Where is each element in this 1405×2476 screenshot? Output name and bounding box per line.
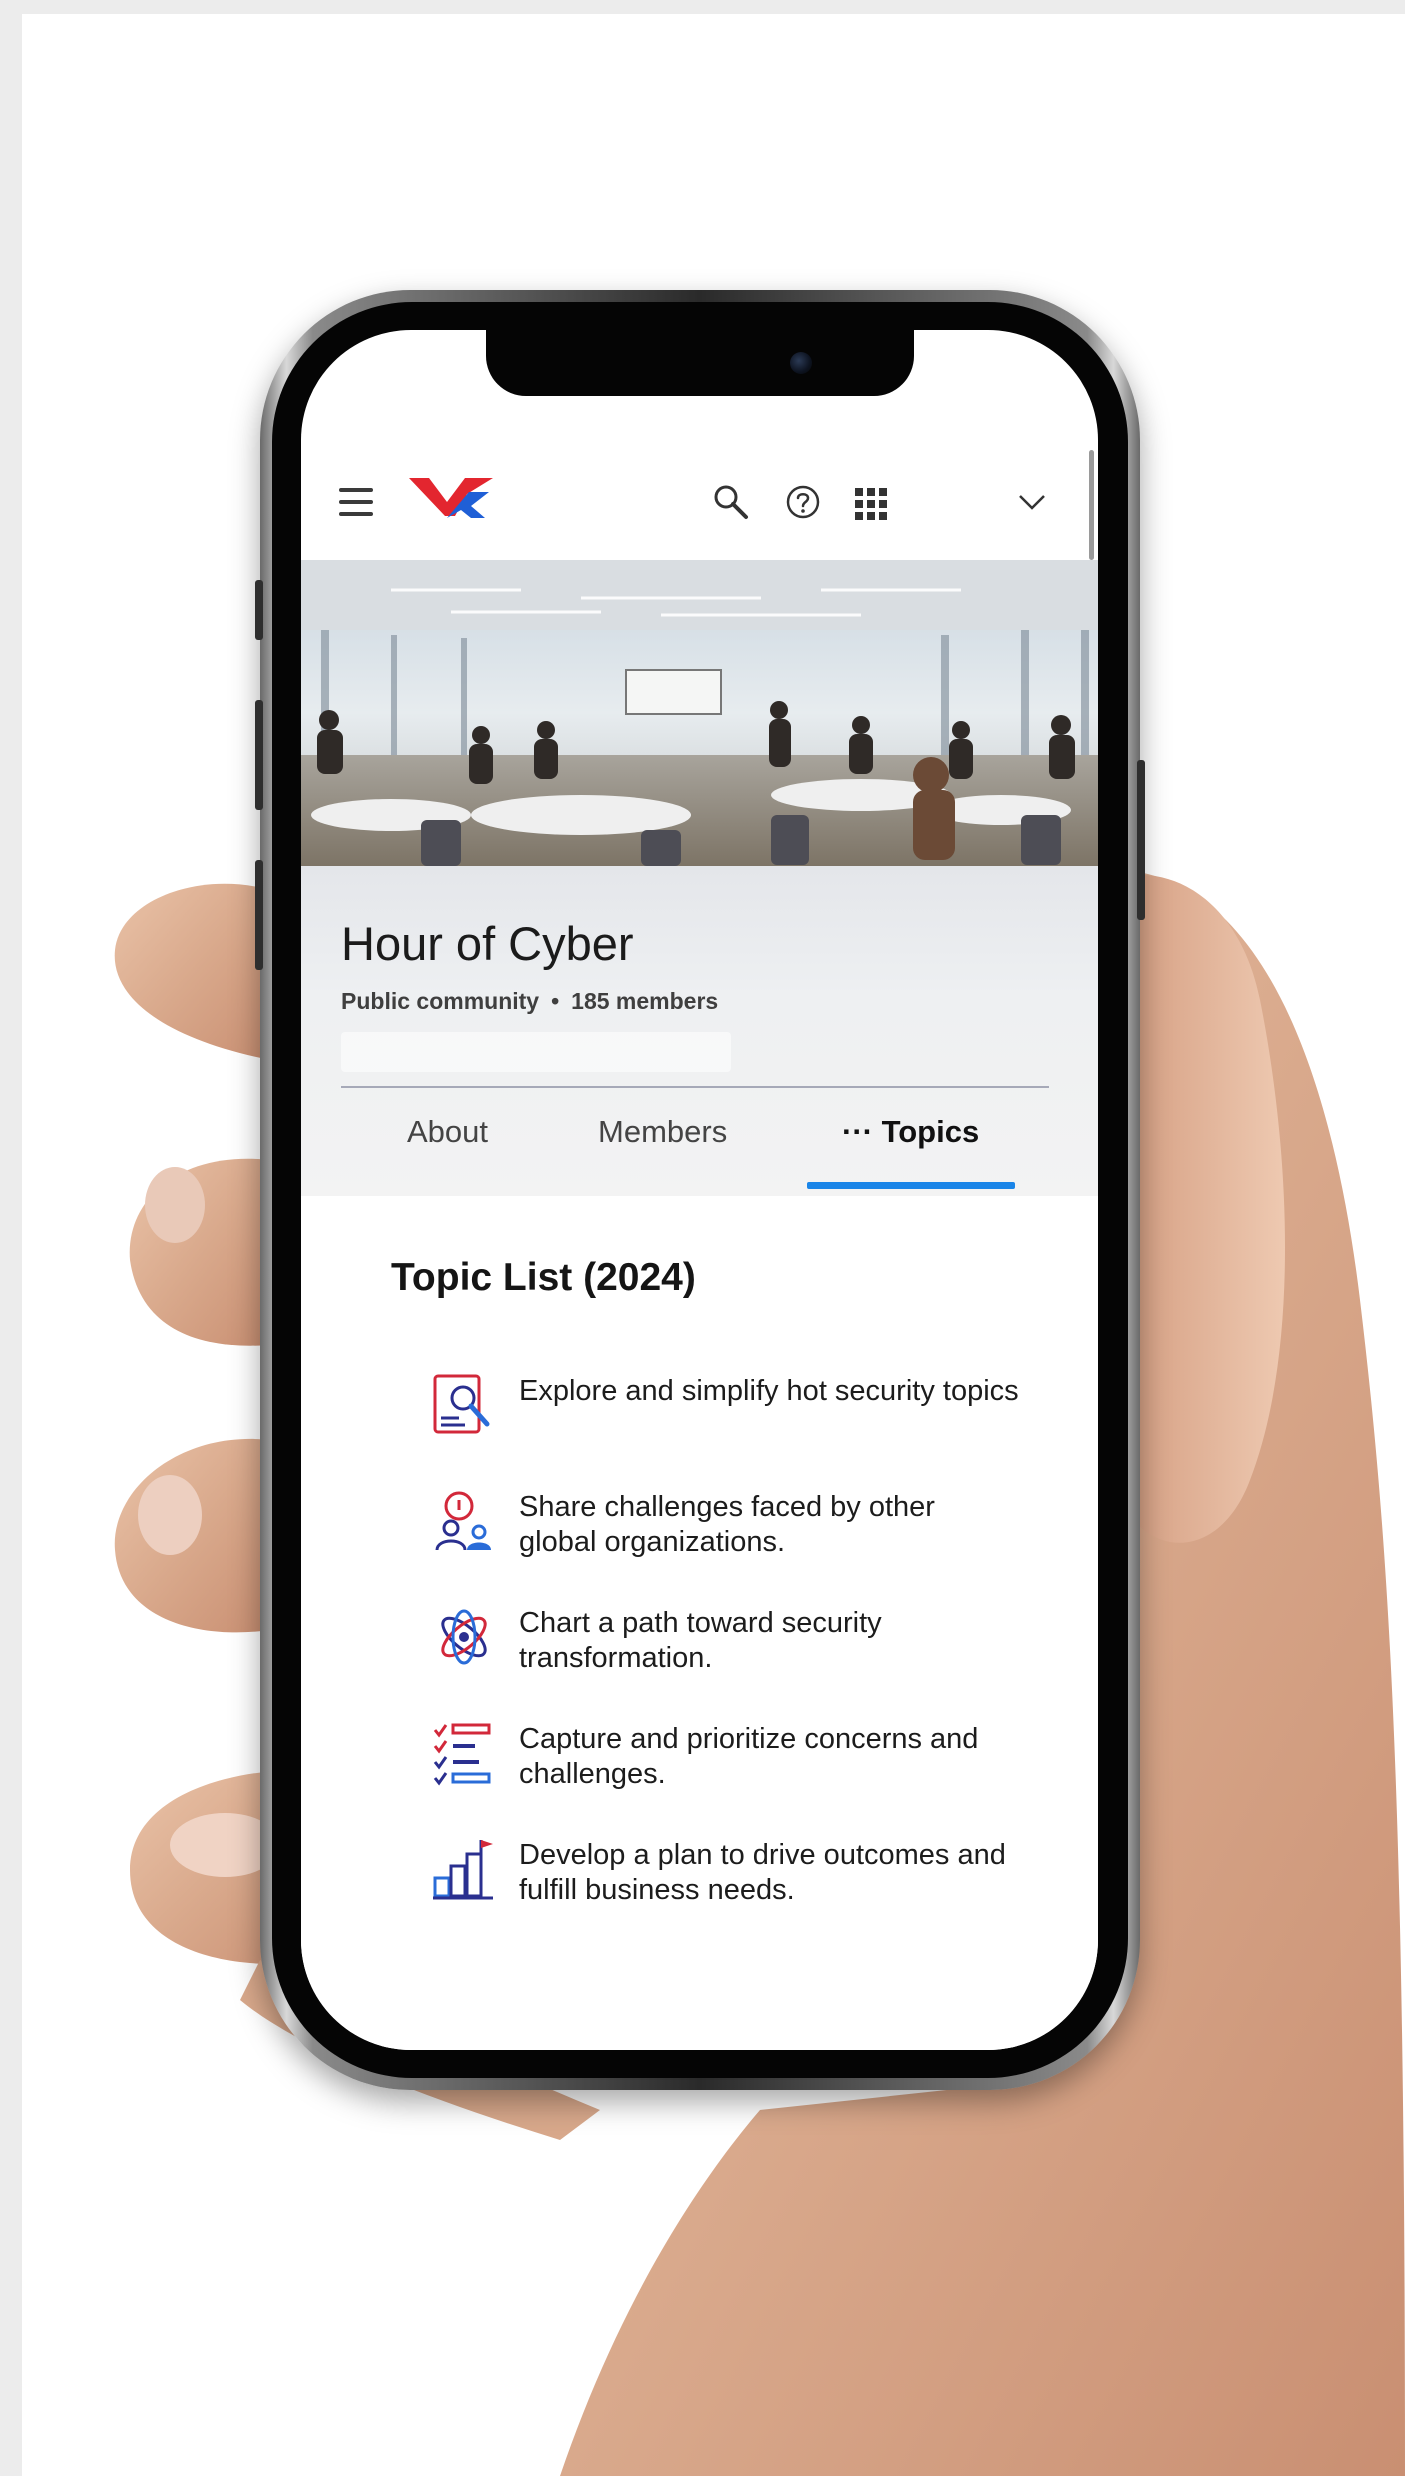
topic-item: Chart a path toward security transformat… (431, 1604, 1031, 1694)
search-icon[interactable] (711, 482, 751, 522)
people-idea-icon (435, 1491, 491, 1551)
side-button-mute (255, 580, 263, 640)
growth-chart-flag-icon (433, 1840, 493, 1900)
tabs-divider (341, 1086, 1049, 1088)
community-title: Hour of Cyber (341, 917, 634, 970)
tab-topics[interactable]: ··· Topics (842, 1114, 979, 1150)
topic-text: Explore and simplify hot security topics (519, 1375, 1019, 1407)
front-camera (790, 352, 812, 374)
side-button-volume-up (255, 700, 263, 810)
help-icon[interactable] (785, 484, 821, 520)
active-tab-indicator (807, 1182, 1015, 1189)
topic-text: Capture and prioritize concerns and chal… (519, 1723, 979, 1790)
topics-panel: Topic List (2024) Explore and simplify h… (301, 1196, 1098, 2050)
topic-item: Develop a plan to drive outcomes and ful… (431, 1836, 1031, 1926)
topic-text: Share challenges faced by other global o… (519, 1491, 935, 1558)
brand-logo[interactable] (407, 472, 495, 522)
tab-about[interactable]: About (407, 1114, 488, 1150)
community-meta: Public community • 185 members (341, 988, 718, 1015)
side-button-volume-down (255, 860, 263, 970)
network-atom-icon (441, 1609, 487, 1665)
side-button-power (1137, 760, 1145, 920)
topic-text: Develop a plan to drive outcomes and ful… (519, 1839, 1006, 1906)
community-visibility: Public community (341, 988, 540, 1014)
member-count[interactable]: 185 members (571, 988, 718, 1014)
topic-text: Chart a path toward security transformat… (519, 1607, 882, 1674)
community-header: Hour of Cyber Public community • 185 membe… (301, 866, 1098, 1196)
description-placeholder (341, 1032, 731, 1072)
tab-members[interactable]: Members (598, 1114, 727, 1150)
meta-separator: • (551, 988, 560, 1014)
apps-grid-icon[interactable] (853, 486, 889, 522)
phone-notch (486, 330, 914, 396)
app-header (301, 458, 1098, 550)
document-search-icon (433, 1374, 490, 1434)
topic-item: Share challenges faced by other global o… (431, 1488, 1031, 1578)
topic-item: Capture and prioritize concerns and chal… (431, 1720, 1031, 1810)
community-banner-image (301, 560, 1098, 866)
hamburger-menu-icon[interactable] (339, 488, 373, 518)
topics-heading: Topic List (2024) (391, 1256, 696, 1299)
chevron-down-icon[interactable] (1017, 492, 1047, 512)
checklist-icon (433, 1723, 491, 1786)
phone-screen: Hour of Cyber Public community • 185 membe… (301, 330, 1098, 2050)
topic-item: Explore and simplify hot security topics (431, 1372, 1031, 1462)
